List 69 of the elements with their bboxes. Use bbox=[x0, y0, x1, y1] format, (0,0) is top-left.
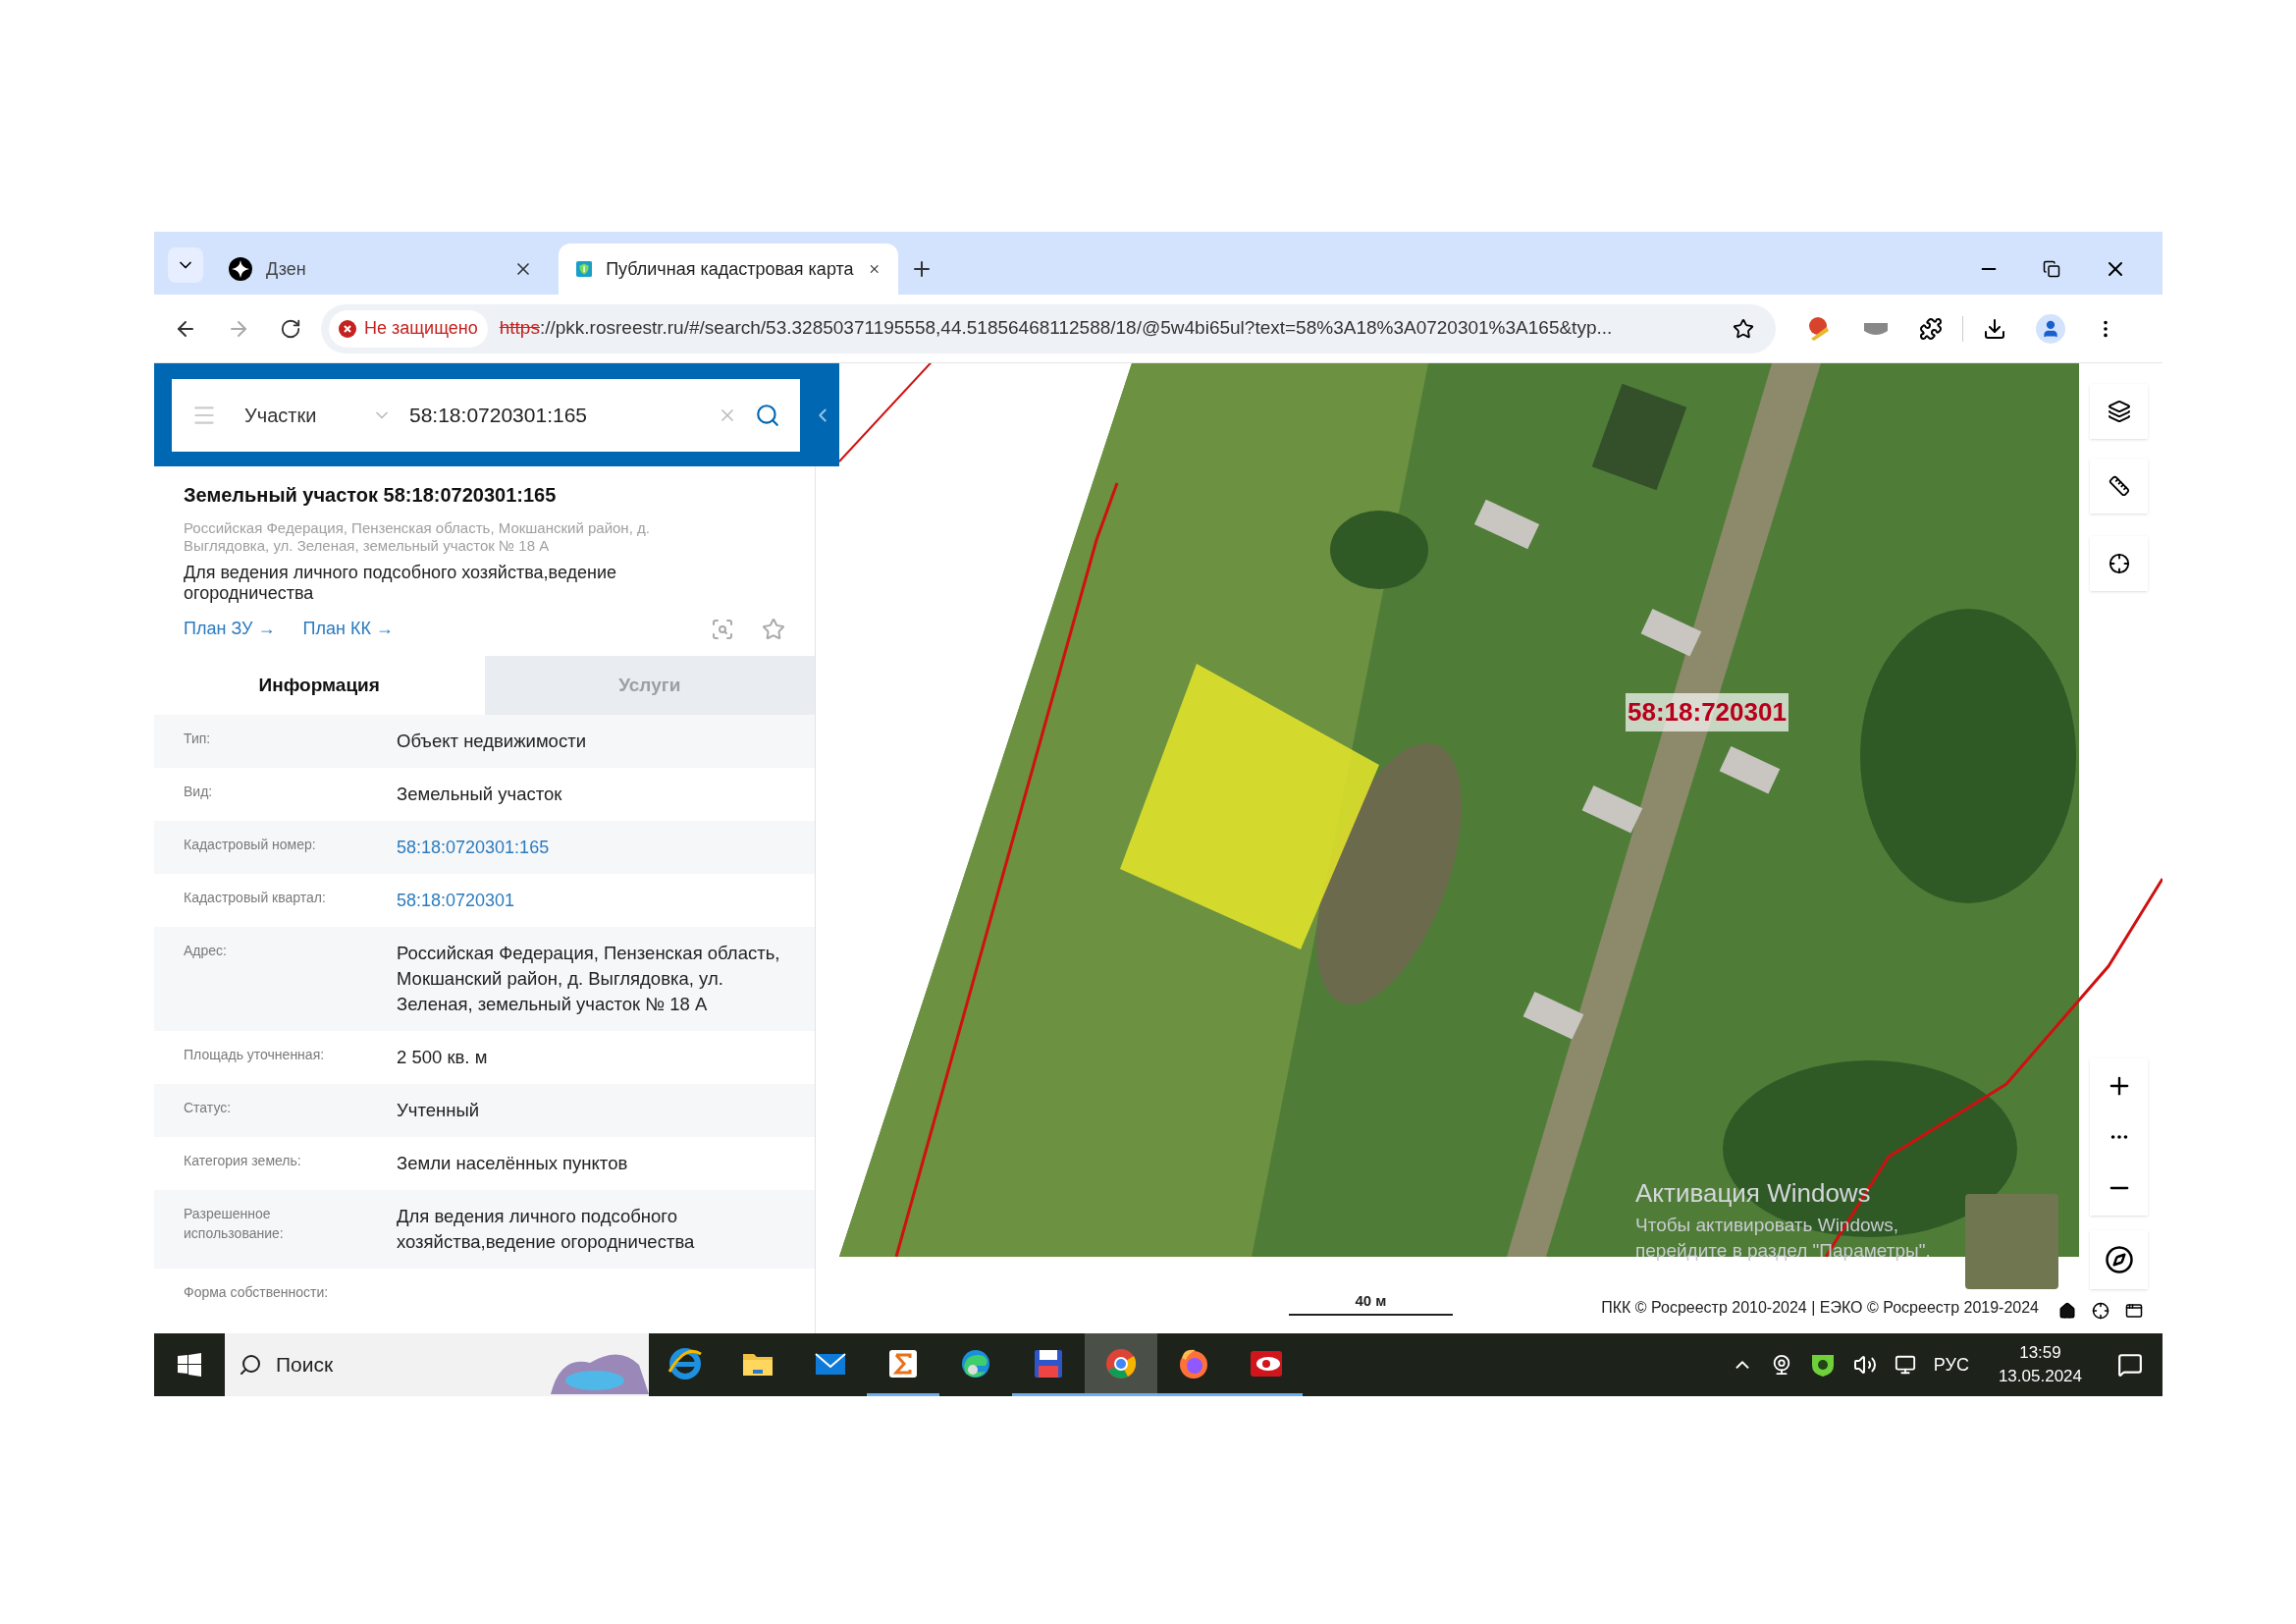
reload-icon[interactable] bbox=[280, 317, 301, 340]
crosshair-icon bbox=[2108, 553, 2130, 574]
restore-icon[interactable] bbox=[2043, 260, 2060, 278]
extensions-icon[interactable] bbox=[1919, 316, 1943, 341]
download-icon[interactable] bbox=[1983, 316, 2006, 341]
field-value: Земли населённых пунктов bbox=[397, 1152, 628, 1175]
field-link[interactable]: 58:18:0720301 bbox=[397, 888, 515, 913]
network-icon[interactable] bbox=[1894, 1354, 1916, 1376]
field-label: Категория земель: bbox=[184, 1152, 302, 1170]
field-value: Земельный участок bbox=[397, 783, 562, 806]
field-label: Кадастровый номер: bbox=[184, 836, 317, 854]
tab-title: Публичная кадастровая карта bbox=[606, 257, 854, 281]
field-label: Адрес: bbox=[184, 942, 228, 960]
security-chip[interactable]: Не защищено bbox=[329, 309, 488, 348]
parcel-address: Российская Федерация, Пензенская область, Мокшанский район, д. Выглядовка, ул. Зеленая, земельный участок № 18 А bbox=[184, 519, 651, 555]
volume-icon[interactable] bbox=[1852, 1353, 1877, 1377]
bookmark-star-icon[interactable] bbox=[1733, 317, 1754, 340]
plan-link[interactable]: План ЗУ → bbox=[184, 616, 276, 642]
ruler-icon bbox=[2108, 475, 2130, 497]
field-value: Учтенный bbox=[397, 1099, 479, 1122]
favorite-star-icon[interactable] bbox=[762, 617, 785, 641]
parcel-polygon[interactable] bbox=[1120, 664, 1379, 949]
parcel-title: Земельный участок 58:18:0720301:165 bbox=[184, 483, 558, 508]
field-label: Тип: bbox=[184, 730, 212, 748]
security-label: Не защищено bbox=[364, 317, 478, 340]
layers-button[interactable] bbox=[2090, 384, 2148, 439]
address-bar[interactable]: Не защищено https://pkk.rosreestr.ru/#/search/53.32850371195558,44.51856468112588/18/@5w4bi65ul?text=58%3A18%3A0720301%3A165&typ... bbox=[321, 303, 1776, 353]
field-label: Вид: bbox=[184, 783, 214, 801]
attribution-text: ПКК © Росреестр 2010-2024 | ЕЭКО © Росреестр 2019-2024 bbox=[1601, 1298, 2039, 1318]
profile-avatar[interactable] bbox=[2036, 313, 2065, 344]
field-label: Кадастровый квартал: bbox=[184, 889, 327, 907]
url-text: https://pkk.rosreestr.ru/#/search/53.32850371195558,44.51856468112588/18/@5w4bi65ul?text=58%3A18%3A0720301%3A165&typ... bbox=[499, 316, 1614, 341]
clock[interactable]: 13:59 13.05.2024 bbox=[1998, 1341, 2082, 1388]
field-value: Для ведения личного подсобного хозяйства,ведение огородничества bbox=[397, 1205, 696, 1254]
locate-button[interactable] bbox=[2090, 536, 2148, 591]
clock-date: 13.05.2024 bbox=[1998, 1366, 2082, 1387]
search-input[interactable]: 58:18:0720301:165 bbox=[409, 399, 704, 431]
notifications-icon[interactable] bbox=[2117, 1352, 2143, 1378]
field-label: Статус: bbox=[184, 1099, 233, 1117]
clock-time: 13:59 bbox=[2019, 1342, 2061, 1364]
field-label: Разрешенное использование: bbox=[184, 1205, 285, 1243]
star-logo-icon bbox=[229, 257, 252, 281]
browser-tab[interactable]: Дзен bbox=[211, 244, 551, 295]
quarter-label: 58:18:720301 bbox=[1626, 693, 1789, 731]
search-icon[interactable] bbox=[239, 1353, 262, 1377]
parcel-purpose: Для ведения личного подсобного хозяйства,ведение огородничества bbox=[184, 563, 618, 604]
language-indicator[interactable]: РУС bbox=[1933, 1351, 1969, 1379]
category-select[interactable]: Участки bbox=[244, 400, 392, 430]
layers-icon bbox=[2107, 400, 2131, 423]
window-icon[interactable] bbox=[2125, 1302, 2143, 1320]
windows-logo-icon bbox=[178, 1353, 201, 1377]
error-icon bbox=[339, 319, 356, 338]
field-value: Российская Федерация, Пензенская область, Мокшанский район, д. Выглядовка, ул. Зеленая, земельный участок № 18 А bbox=[397, 942, 781, 1016]
ruler-button[interactable] bbox=[2090, 459, 2148, 514]
browser-tab[interactable]: Публичная кадастровая карта bbox=[559, 244, 898, 295]
tab-title: Дзен bbox=[266, 257, 307, 281]
search-input[interactable]: Поиск bbox=[276, 1349, 433, 1380]
field-value: 2 500 кв. м bbox=[397, 1046, 488, 1069]
compass-button[interactable] bbox=[2090, 1230, 2148, 1289]
home-icon[interactable] bbox=[2058, 1302, 2076, 1320]
plan-link[interactable]: План КК → bbox=[302, 616, 394, 642]
field-label: Площадь уточненная: bbox=[184, 1046, 326, 1064]
shield-icon[interactable] bbox=[1809, 1352, 1836, 1378]
field-value: Объект недвижимости bbox=[397, 730, 586, 753]
field-link[interactable]: 58:18:0720301:165 bbox=[397, 835, 550, 860]
crosshair-icon[interactable] bbox=[2092, 1302, 2109, 1320]
field-label: Форма собственности: bbox=[184, 1283, 330, 1302]
compass-icon bbox=[2104, 1245, 2134, 1274]
scale-label: 40 м bbox=[1355, 1290, 1387, 1311]
